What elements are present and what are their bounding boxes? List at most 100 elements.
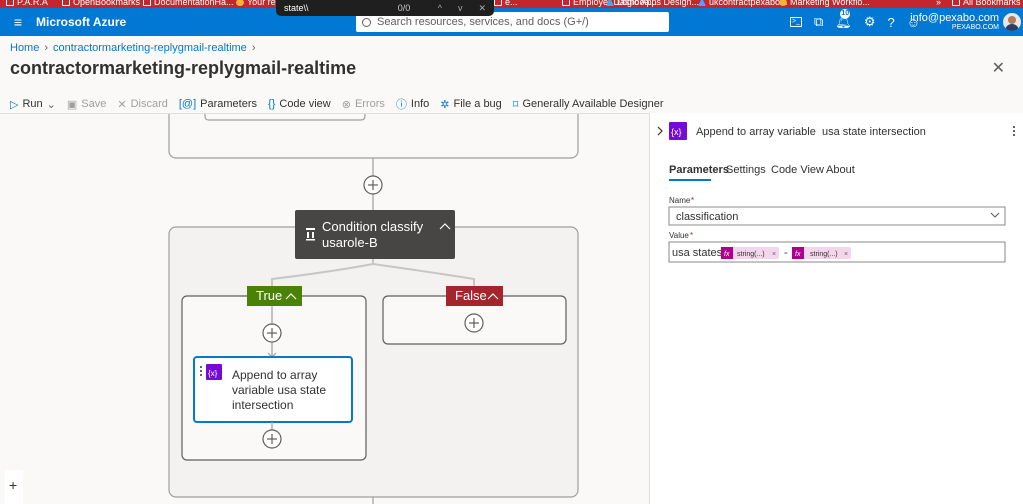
- value-expression-field[interactable]: usa states > fx string(...) × - fx strin…: [668, 241, 1006, 263]
- remove-token-icon: ×: [844, 251, 848, 258]
- help-icon[interactable]: ?: [887, 15, 894, 30]
- code-view-button[interactable]: {} Code view: [268, 98, 331, 110]
- bookmark-item[interactable]: Your re: [236, 0, 276, 7]
- settings-gear-icon[interactable]: ⚙: [864, 14, 876, 30]
- bookmark-item[interactable]: DocumentationHa...: [143, 0, 234, 7]
- bookmark-item[interactable]: OpenBookmarks: [62, 0, 140, 7]
- azure-brand[interactable]: Microsoft Azure: [36, 15, 126, 29]
- panel-action-title[interactable]: Append to array variable usa state inter…: [696, 126, 926, 138]
- cloud-shell-icon[interactable]: >_: [790, 17, 802, 27]
- bookmark-label: OpenBookmarks: [73, 0, 141, 7]
- svg-text:fx: fx: [724, 251, 730, 258]
- false-branch-label[interactable]: False: [446, 286, 503, 306]
- folder-icon: [62, 0, 70, 6]
- panel-more-options-icon[interactable]: [1013, 126, 1015, 136]
- errors-button[interactable]: ⊗ Errors: [342, 98, 385, 111]
- svg-text:string(...): string(...): [810, 251, 838, 258]
- remove-token-icon: ×: [772, 251, 776, 258]
- bookmark-item[interactable]: »: [936, 0, 941, 7]
- more-options-icon[interactable]: ···: [288, 62, 300, 76]
- hamburger-menu-icon[interactable]: ≡: [0, 14, 36, 30]
- discard-icon: ✕: [117, 98, 127, 111]
- condition-title-line-2: usarole-B: [322, 235, 378, 250]
- directory-filter-icon[interactable]: ⧉: [814, 14, 823, 30]
- find-query[interactable]: state\\: [284, 3, 398, 13]
- append-variable-action-card[interactable]: {x} Append to array variable usa state i…: [193, 356, 353, 423]
- function-token-2[interactable]: fx string(...) ×: [792, 247, 851, 259]
- bookmark-item[interactable]: Marketing Workflo...: [779, 0, 870, 7]
- bookmark-label: P.A.R.A: [17, 0, 48, 7]
- add-step-button[interactable]: [363, 175, 383, 195]
- tab-parameters[interactable]: Parameters: [669, 164, 729, 176]
- svg-text:True: True: [256, 288, 282, 303]
- azure-icon: [698, 0, 706, 6]
- discard-button[interactable]: ✕ Discard: [117, 98, 168, 111]
- bookmark-label: All Bookmarks: [963, 0, 1021, 7]
- zoom-in-button[interactable]: +: [5, 470, 23, 504]
- bookmark-item[interactable]: All Bookmarks: [952, 0, 1021, 7]
- save-button[interactable]: ▣ Save: [67, 98, 106, 111]
- workflow-canvas[interactable]: Condition classify usarole-B True False: [0, 113, 649, 504]
- breadcrumb: Home › contractormarketing-replygmail-re…: [10, 42, 255, 54]
- false-add-step-button[interactable]: [464, 313, 484, 333]
- avatar[interactable]: [1003, 13, 1021, 31]
- find-close-icon[interactable]: ✕: [478, 3, 486, 14]
- tab-settings[interactable]: Settings: [726, 164, 766, 176]
- notifications-bell-icon[interactable]: 🔔︎ 10: [835, 9, 852, 30]
- true-add-step-button[interactable]: [262, 323, 282, 343]
- chevron-right-icon: ›: [251, 42, 256, 54]
- azure-icon: [606, 0, 614, 6]
- error-icon: ⊗: [341, 98, 351, 111]
- bookmark-label: e...: [505, 0, 518, 7]
- bookmark-label: Your re: [247, 0, 276, 7]
- app-icon: [236, 0, 244, 6]
- after-action-add-step-button[interactable]: [262, 429, 282, 449]
- close-blade-icon[interactable]: ✕: [992, 58, 1005, 78]
- condition-card[interactable]: Condition classify usarole-B: [295, 210, 455, 259]
- required-asterisk: *: [690, 231, 693, 240]
- true-branch-label[interactable]: True: [247, 286, 302, 306]
- user-directory: PEXABO.COM: [951, 24, 999, 31]
- condition-title-line-1: Condition classify: [322, 219, 424, 234]
- active-tab-underline: [669, 179, 711, 181]
- run-button[interactable]: ▷ Run ⌄: [10, 98, 56, 111]
- app-icon: [779, 0, 787, 6]
- action-title-line-3: intersection: [232, 398, 293, 412]
- action-details-panel: {x} Append to array variable usa state i…: [649, 113, 1023, 504]
- bookmark-label: DocumentationHa...: [154, 0, 234, 7]
- bookmark-item[interactable]: e...: [494, 0, 518, 7]
- breadcrumb-item[interactable]: contractormarketing-replygmail-realtime: [53, 42, 247, 54]
- info-icon: ⓘ: [395, 99, 407, 111]
- find-next-icon[interactable]: v: [458, 3, 463, 14]
- page-title: contractormarketing-replygmail-realtime: [10, 58, 357, 78]
- find-count: 0/0: [397, 3, 411, 13]
- svg-text:False: False: [455, 288, 487, 303]
- function-token-1[interactable]: fx string(...) ×: [721, 247, 779, 259]
- svg-text:{x}: {x}: [208, 369, 218, 378]
- user-account[interactable]: info@pexabo.com PEXABO.COM: [910, 12, 999, 32]
- tab-about[interactable]: About: [826, 164, 855, 176]
- bug-icon: ✲: [440, 98, 450, 111]
- bookmark-item[interactable]: Logic Apps Design...: [606, 0, 699, 7]
- parameters-button[interactable]: [@] Parameters: [179, 98, 257, 110]
- search-icon: [362, 17, 371, 27]
- designer-version-button[interactable]: ⌑ Generally Available Designer: [513, 98, 664, 111]
- tab-code-view[interactable]: Code View: [771, 164, 824, 176]
- breadcrumb-home[interactable]: Home: [10, 42, 39, 54]
- designer-toolbar: ▷ Run ⌄ ▣ Save ✕ Discard [@] Parameters {} Cod…: [10, 96, 664, 112]
- action-title-line-1: Append to array: [232, 368, 317, 382]
- file-bug-button[interactable]: ✲ File a bug: [440, 98, 502, 111]
- user-email: info@pexabo.com: [910, 12, 999, 24]
- collapse-panel-icon[interactable]: [657, 126, 663, 136]
- save-icon: ▣: [66, 98, 78, 111]
- parameters-icon: [@]: [178, 98, 197, 110]
- bookmark-label: ukcontractpexabo...: [709, 0, 788, 7]
- bookmark-item[interactable]: ukcontractpexabo...: [698, 0, 788, 7]
- info-button[interactable]: ⓘ Info: [396, 96, 429, 112]
- notification-badge: 10: [840, 9, 851, 19]
- code-icon: {}: [268, 98, 276, 110]
- find-prev-icon[interactable]: ^: [438, 3, 442, 14]
- bookmark-item[interactable]: P.A.R.A: [6, 0, 48, 7]
- name-dropdown[interactable]: classification: [668, 206, 1006, 226]
- header-icons: >_ ⧉ 🔔︎ 10 ⚙ ? ☺: [790, 8, 920, 36]
